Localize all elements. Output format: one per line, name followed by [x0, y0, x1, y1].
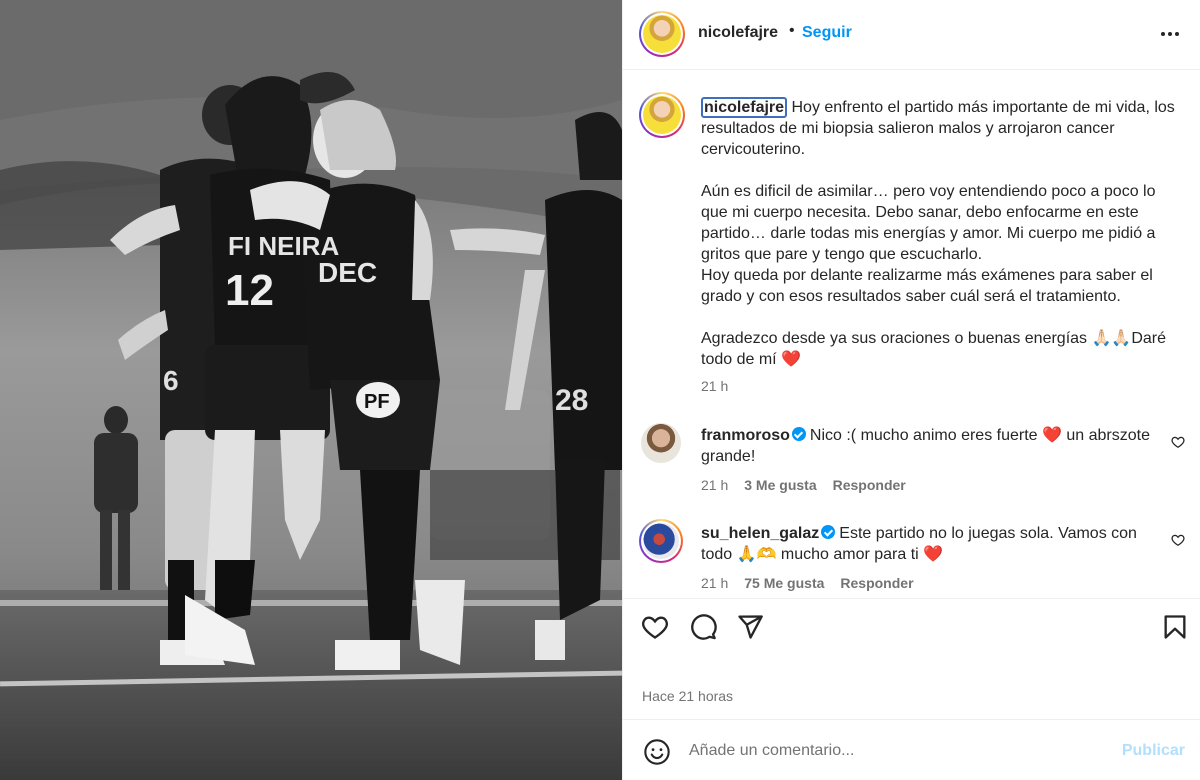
caption-paragraph-2a: Aún es dificil de asimilar… pero voy ent…	[701, 183, 1156, 263]
post-photo-image: FI NEIRA 12 DEC PF 28 6	[0, 0, 622, 780]
more-options-icon[interactable]	[1161, 25, 1183, 43]
comment-like-heart-icon[interactable]	[1171, 533, 1185, 547]
caption-username[interactable]: nicolefajre	[701, 97, 788, 118]
author-username[interactable]: nicolefajre	[698, 24, 778, 42]
jersey-side-text: DEC	[318, 257, 377, 288]
post-detail-panel: nicolefajre • Seguir nicolefajre Hoy enf…	[622, 0, 1200, 780]
comment-item: franmoroso Nico :( mucho animo eres fuert…	[623, 423, 1200, 513]
post-caption: nicolefajre Hoy enfrento el partido más …	[701, 97, 1181, 370]
smiley-face-icon[interactable]	[643, 738, 671, 766]
paper-plane-icon[interactable]	[736, 613, 764, 641]
author-avatar[interactable]	[639, 11, 685, 57]
sponsor-logo-text: PF	[364, 391, 390, 413]
jersey-number-text: 12	[225, 266, 274, 315]
bookmark-icon[interactable]	[1161, 613, 1189, 641]
verified-badge-icon	[821, 525, 836, 539]
comment-bubble-icon[interactable]	[689, 613, 717, 641]
reply-button[interactable]: Responder	[840, 575, 913, 591]
comment-item: su_helen_galaz Este partido no lo juegas …	[623, 519, 1200, 598]
caption-paragraph-2b: Hoy queda por delante realizarme más exá…	[701, 267, 1153, 305]
commenter-avatar[interactable]	[641, 423, 681, 463]
publish-button[interactable]: Publicar	[1122, 742, 1185, 760]
comment-input[interactable]	[689, 738, 1109, 764]
post-photo[interactable]: FI NEIRA 12 DEC PF 28 6	[0, 0, 622, 780]
caption-timestamp[interactable]: 21 h	[701, 378, 728, 394]
verified-badge-icon	[791, 427, 806, 441]
commenter-avatar[interactable]	[639, 519, 683, 563]
comments-scroll-area[interactable]: nicolefajre Hoy enfrento el partido más …	[623, 71, 1200, 598]
comment-like-heart-icon[interactable]	[1171, 435, 1185, 449]
back-number-text: 28	[555, 384, 588, 417]
follow-button[interactable]: Seguir	[802, 24, 852, 42]
reply-button[interactable]: Responder	[833, 477, 906, 493]
comment-likes[interactable]: 75 Me gusta	[744, 575, 824, 591]
post-actions: Hace 21 horas	[623, 598, 1200, 718]
shorts-number-text: 6	[163, 365, 179, 396]
commenter-username[interactable]: franmoroso	[701, 427, 790, 444]
add-comment-bar: Publicar	[623, 719, 1200, 780]
post-header: nicolefajre • Seguir	[623, 0, 1200, 70]
comment-likes[interactable]: 3 Me gusta	[744, 477, 816, 493]
commenter-username[interactable]: su_helen_galaz	[701, 525, 819, 542]
comment-timestamp[interactable]: 21 h	[701, 575, 728, 591]
comment-timestamp[interactable]: 21 h	[701, 477, 728, 493]
heart-outline-icon[interactable]	[641, 613, 669, 641]
header-separator: •	[789, 22, 795, 39]
caption-author-avatar[interactable]	[639, 92, 685, 138]
caption-paragraph-3: Agradezco desde ya sus oraciones o buena…	[701, 330, 1166, 368]
post-date[interactable]: Hace 21 horas	[642, 688, 733, 704]
